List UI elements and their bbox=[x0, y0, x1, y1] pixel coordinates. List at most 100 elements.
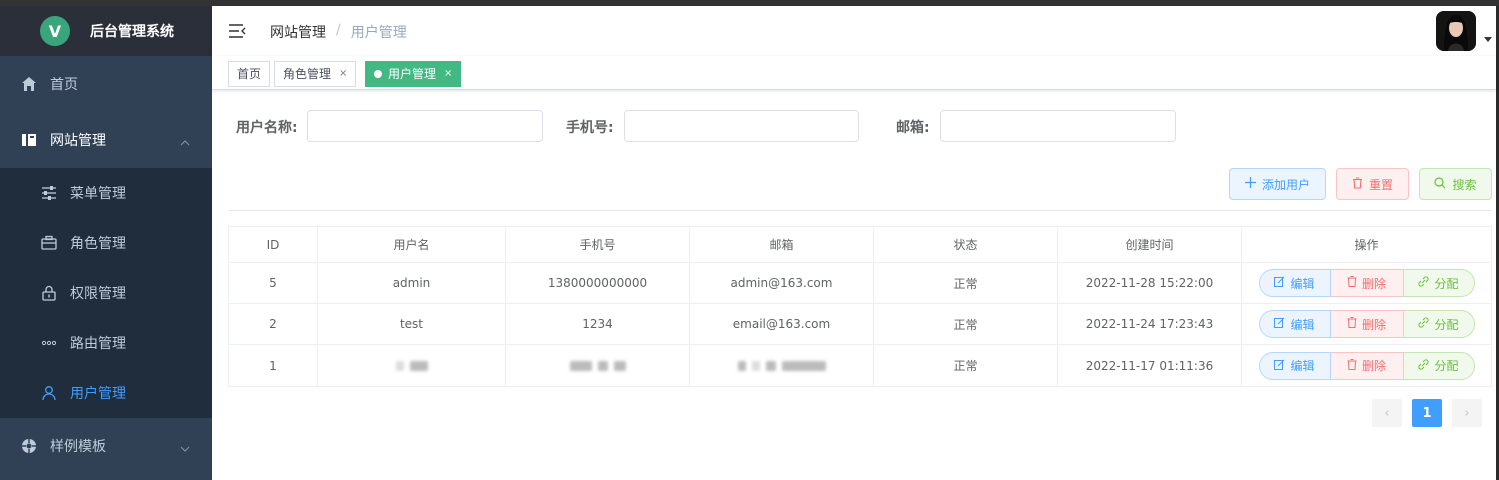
divider bbox=[228, 210, 1492, 211]
delete-button[interactable]: 删除 bbox=[1330, 310, 1403, 338]
cell-email: admin@163.com bbox=[690, 263, 874, 303]
assign-button[interactable]: 分配 bbox=[1402, 351, 1475, 380]
link-icon bbox=[1418, 317, 1430, 331]
assign-label: 分配 bbox=[1434, 317, 1459, 332]
breadcrumb-parent[interactable]: 网站管理 bbox=[270, 22, 326, 42]
caret-down-icon[interactable] bbox=[1484, 37, 1492, 42]
assign-label: 分配 bbox=[1434, 359, 1459, 373]
cell-username: test bbox=[318, 304, 506, 344]
sidebar-item-route[interactable]: 路由管理 bbox=[0, 318, 212, 368]
edit-label: 编辑 bbox=[1290, 317, 1315, 332]
breadcrumb: 网站管理 / 用户管理 bbox=[270, 22, 407, 42]
sidebar-item-label: 角色管理 bbox=[70, 236, 126, 252]
template-icon bbox=[20, 437, 38, 455]
sidebar-item-home[interactable]: 首页 bbox=[0, 56, 212, 112]
cell-id: 2 bbox=[229, 304, 318, 344]
email-label: 邮箱: bbox=[896, 120, 930, 136]
add-user-button[interactable]: 添加用户 bbox=[1229, 168, 1326, 200]
username-input[interactable] bbox=[307, 110, 543, 142]
edit-button[interactable]: 编辑 bbox=[1258, 269, 1331, 297]
redacted-mark bbox=[765, 360, 776, 371]
search-button[interactable]: 搜索 bbox=[1419, 168, 1492, 200]
cell-email-redacted bbox=[690, 345, 874, 386]
sidebar-item-website[interactable]: 网站管理 bbox=[0, 112, 212, 168]
sidebar-item-permission[interactable]: 权限管理 bbox=[0, 268, 212, 318]
close-icon[interactable]: × bbox=[339, 62, 347, 86]
sidebar-item-role[interactable]: 角色管理 bbox=[0, 218, 212, 268]
phone-input[interactable] bbox=[624, 110, 859, 142]
delete-button[interactable]: 删除 bbox=[1330, 351, 1403, 380]
redacted-mark bbox=[751, 360, 760, 371]
search-icon bbox=[1434, 176, 1446, 192]
header-id: ID bbox=[229, 227, 318, 262]
sidebar-item-template[interactable]: 样例模板 bbox=[0, 418, 212, 474]
sidebar-item-label: 权限管理 bbox=[70, 286, 126, 302]
sidebar-item-label: 首页 bbox=[50, 77, 78, 93]
email-input[interactable] bbox=[940, 110, 1176, 142]
delete-button[interactable]: 删除 bbox=[1330, 269, 1403, 297]
edit-icon bbox=[1274, 317, 1285, 331]
tag-user[interactable]: 用户管理 × bbox=[365, 61, 462, 87]
link-icon bbox=[1418, 276, 1430, 290]
tag-label: 角色管理 bbox=[283, 67, 332, 81]
sidebar-item-menu[interactable]: 菜单管理 bbox=[0, 168, 212, 218]
row-action-group: 编辑 删除 分配 bbox=[1258, 351, 1475, 380]
navbar: 网站管理 / 用户管理 bbox=[212, 6, 1496, 56]
app-title: 后台管理系统 bbox=[90, 24, 174, 40]
delete-label: 删除 bbox=[1361, 359, 1386, 373]
user-table: ID 用户名 手机号 邮箱 状态 创建时间 操作 5 admin 1380000… bbox=[228, 226, 1492, 387]
close-icon[interactable]: × bbox=[444, 62, 452, 86]
row-action-group: 编辑 删除 分配 bbox=[1258, 310, 1475, 338]
edit-button[interactable]: 编辑 bbox=[1258, 310, 1331, 338]
pagination-prev-button[interactable]: ‹ bbox=[1372, 399, 1402, 427]
breadcrumb-current: 用户管理 bbox=[350, 25, 407, 41]
redacted-mark bbox=[569, 360, 592, 371]
sidebar-item-label: 菜单管理 bbox=[70, 186, 126, 202]
sidebar-item-user[interactable]: 用户管理 bbox=[0, 368, 212, 418]
cell-actions: 编辑 删除 分配 bbox=[1242, 304, 1491, 344]
edit-button[interactable]: 编辑 bbox=[1258, 351, 1331, 380]
header-actions: 操作 bbox=[1354, 238, 1379, 252]
tag-label: 首页 bbox=[237, 67, 262, 81]
home-icon bbox=[20, 75, 38, 93]
tag-home[interactable]: 首页 bbox=[228, 61, 271, 87]
sidebar: V 后台管理系统 首页 网站管理 菜单管理 角色管理 权限管理 路由管理 用户管… bbox=[0, 6, 212, 480]
table-row: 2 test 1234 email@163.com 正常 2022-11-24 … bbox=[229, 304, 1491, 345]
reset-label: 重置 bbox=[1368, 177, 1393, 192]
breadcrumb-separator: / bbox=[336, 22, 341, 38]
sidebar-item-label: 用户管理 bbox=[70, 386, 126, 402]
edit-icon bbox=[1274, 359, 1285, 373]
cell-created: 2022-11-24 17:23:43 bbox=[1058, 304, 1242, 344]
logo-area[interactable]: V 后台管理系统 bbox=[0, 6, 212, 56]
edit-label: 编辑 bbox=[1290, 359, 1315, 373]
user-icon bbox=[40, 384, 58, 402]
pagination-page-1[interactable]: 1 bbox=[1412, 399, 1442, 427]
row-action-group: 编辑 删除 分配 bbox=[1258, 269, 1475, 297]
active-dot-icon bbox=[374, 70, 382, 78]
tags-view: 首页 角色管理 × 用户管理 × bbox=[212, 56, 1496, 90]
assign-button[interactable]: 分配 bbox=[1402, 310, 1475, 338]
header-status: 状态 bbox=[874, 227, 1058, 262]
trash-icon bbox=[1347, 317, 1357, 331]
pagination-next-button[interactable]: › bbox=[1452, 399, 1482, 427]
avatar[interactable] bbox=[1436, 11, 1476, 51]
tag-role[interactable]: 角色管理 × bbox=[274, 61, 357, 87]
sidebar-item-label: 网站管理 bbox=[50, 133, 106, 149]
assign-button[interactable]: 分配 bbox=[1402, 269, 1475, 297]
lock-icon bbox=[40, 284, 58, 302]
cell-status: 正常 bbox=[874, 345, 1058, 386]
reset-button[interactable]: 重置 bbox=[1336, 168, 1409, 200]
link-icon bbox=[1418, 358, 1430, 373]
cell-username-redacted bbox=[318, 345, 506, 386]
cell-phone: 1380000000000 bbox=[506, 263, 690, 303]
cell-status: 正常 bbox=[874, 263, 1058, 303]
header-username: 用户名 bbox=[318, 227, 506, 262]
cell-id: 5 bbox=[229, 263, 318, 303]
trash-icon bbox=[1347, 276, 1357, 290]
chevron-up-icon bbox=[180, 134, 190, 150]
more-dots-icon bbox=[40, 334, 58, 352]
cell-phone-redacted bbox=[506, 345, 690, 386]
hamburger-icon[interactable] bbox=[228, 22, 246, 40]
username-label: 用户名称: bbox=[236, 120, 298, 136]
trash-icon bbox=[1347, 358, 1357, 373]
